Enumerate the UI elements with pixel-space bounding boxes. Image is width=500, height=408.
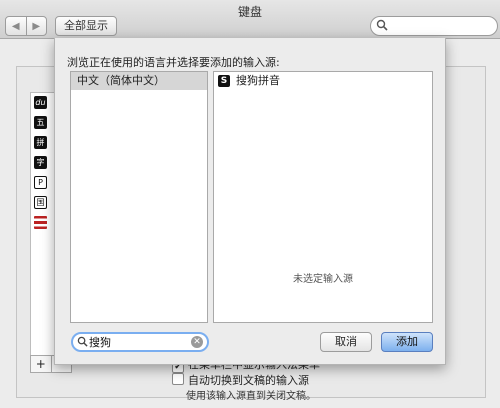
- search-icon: [376, 19, 388, 31]
- nav-buttons: ◀ ▶: [5, 16, 47, 36]
- guo-icon: 国: [34, 196, 47, 209]
- source-item-label: 搜狗拼音: [236, 74, 280, 87]
- du-icon: du: [34, 96, 47, 109]
- input-source-list[interactable]: S 搜狗拼音 未选定输入源: [213, 71, 433, 323]
- p-icon: P: [34, 176, 47, 189]
- us-flag-icon: [34, 216, 47, 229]
- source-search-input[interactable]: [89, 334, 185, 350]
- auto-switch-note: 使用该输入源直到关闭文稿。: [186, 391, 316, 402]
- add-input-source-sheet: 浏览正在使用的语言并选择要添加的输入源: 中文（简体中文） S 搜狗拼音 未选定…: [54, 38, 446, 365]
- wubi-icon: 五: [34, 116, 47, 129]
- sheet-prompt: 浏览正在使用的语言并选择要添加的输入源:: [67, 56, 280, 69]
- toolbar: 键盘 ◀ ▶ 全部显示: [0, 0, 500, 39]
- cancel-button[interactable]: 取消: [320, 332, 372, 352]
- search-icon: [77, 336, 88, 347]
- add-source-button[interactable]: +: [31, 356, 51, 372]
- language-item-simplified-chinese[interactable]: 中文（简体中文）: [71, 72, 207, 90]
- no-source-selected-text: 未选定输入源: [293, 274, 353, 285]
- show-all-button[interactable]: 全部显示: [55, 16, 117, 36]
- sogou-icon: S: [218, 75, 230, 87]
- forward-button[interactable]: ▶: [25, 17, 47, 35]
- clear-search-icon[interactable]: ✕: [191, 336, 203, 348]
- source-search-field[interactable]: ✕: [71, 332, 209, 352]
- auto-switch-option[interactable]: 自动切换到文稿的输入源: [172, 372, 309, 388]
- auto-switch-checkbox[interactable]: [172, 373, 184, 385]
- preferences-search-field[interactable]: [370, 16, 498, 36]
- auto-switch-label: 自动切换到文稿的输入源: [188, 374, 309, 387]
- back-button[interactable]: ◀: [6, 17, 26, 35]
- source-item-sogou-pinyin[interactable]: S 搜狗拼音: [214, 72, 432, 90]
- language-list[interactable]: 中文（简体中文）: [70, 71, 208, 323]
- add-button[interactable]: 添加: [381, 332, 433, 352]
- char-icon: 字: [34, 156, 47, 169]
- pinyin-icon: 拼: [34, 136, 47, 149]
